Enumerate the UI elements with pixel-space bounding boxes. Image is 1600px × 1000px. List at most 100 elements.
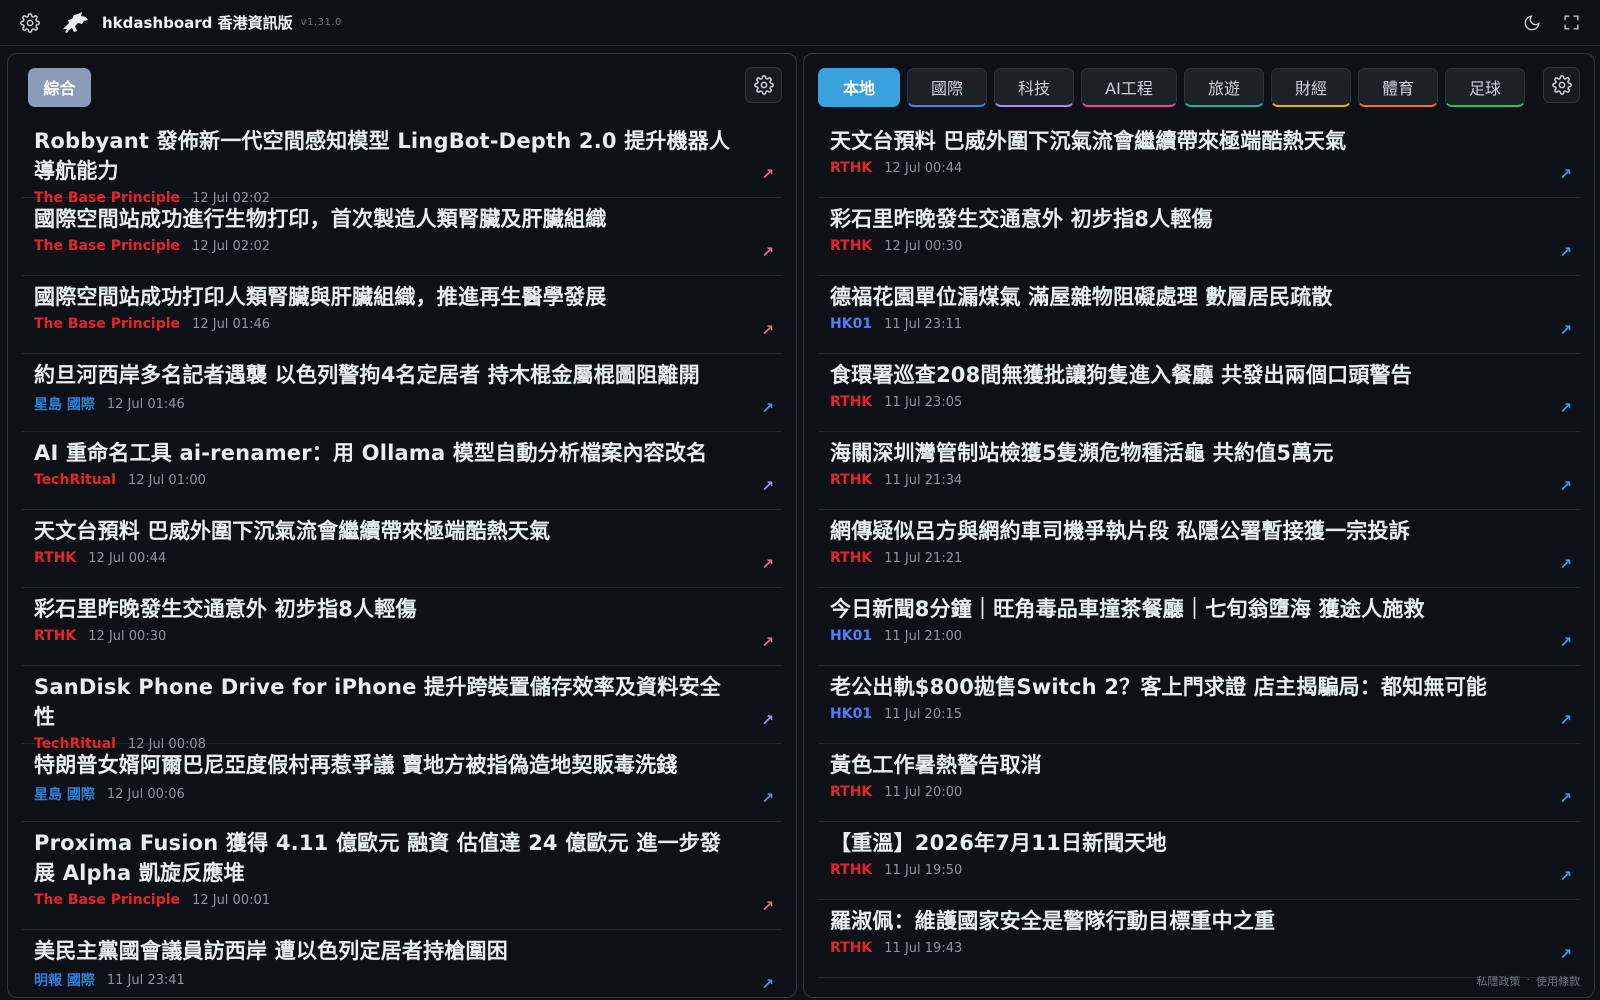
news-title[interactable]: 網傳疑似呂方與網約車司機爭執片段 私隱公署暫接獲一宗投訴 [830,516,1540,546]
news-meta: HK01 11 Jul 21:00 [830,628,1540,644]
news-item[interactable]: 特朗普女婿阿爾巴尼亞度假村再惹爭議 賣地方被指偽造地契販毒洗錢 星島 國際 12 J… [22,744,782,822]
settings-gear-icon[interactable] [20,12,40,33]
news-item[interactable]: SanDisk Phone Drive for iPhone 提升跨裝置儲存效率… [22,666,782,752]
arrow-up-right-icon[interactable]: ↗ [761,399,774,417]
news-title[interactable]: 天文台預料 巴威外圍下沉氣流會繼續帶來極端酷熱天氣 [830,126,1540,156]
arrow-up-right-icon[interactable]: ↗ [761,477,774,495]
news-title[interactable]: Robbyant 發佈新一代空間感知模型 LingBot-Depth 2.0 提… [34,126,742,186]
arrow-up-right-icon[interactable]: ↗ [1559,555,1572,573]
news-item[interactable]: 彩石里昨晚發生交通意外 初步指8人輕傷 RTHK 12 Jul 00:30 ↗ [22,588,782,666]
arrow-up-right-icon[interactable]: ↗ [761,243,774,261]
news-item[interactable]: Proxima Fusion 獲得 4.11 億歐元 融資 估值達 24 億歐元… [22,822,782,930]
news-title[interactable]: 海關深圳灣管制站檢獲5隻瀕危物種活龜 共約值5萬元 [830,438,1540,468]
news-item[interactable]: 羅淑佩：維護國家安全是警隊行動目標重中之重 RTHK 11 Jul 19:43 ↗ [818,900,1580,978]
arrow-up-right-icon[interactable]: ↗ [761,555,774,573]
news-item[interactable]: 天文台預料 巴威外圍下沉氣流會繼續帶來極端酷熱天氣 RTHK 12 Jul 00:4… [22,510,782,588]
arrow-up-right-icon[interactable]: ↗ [1559,165,1572,183]
privacy-link[interactable]: 私隱政策 [1477,973,1521,989]
arrow-up-right-icon[interactable]: ↗ [761,897,774,915]
news-item[interactable]: AI 重命名工具 ai-renamer：用 Ollama 模型自動分析檔案內容改… [22,432,782,510]
left-panel-settings-gear-icon[interactable] [745,67,782,103]
app-version: v1.31.0 [300,17,342,28]
arrow-up-right-icon[interactable]: ↗ [761,789,774,807]
news-title[interactable]: 國際空間站成功打印人類腎臟與肝臟組織，推進再生醫學發展 [34,282,742,312]
news-title[interactable]: 【重溫】2026年7月11日新聞天地 [830,828,1540,858]
arrow-up-right-icon[interactable]: ↗ [1559,633,1572,651]
moon-icon[interactable] [1523,14,1541,32]
news-source: HK01 [830,628,873,644]
arrow-up-right-icon[interactable]: ↗ [1559,945,1572,963]
news-title[interactable]: 黃色工作暑熱警告取消 [830,750,1540,780]
news-time: 12 Jul 00:44 [884,160,963,176]
news-meta: RTHK 12 Jul 00:44 [34,550,742,566]
arrow-up-right-icon[interactable]: ↗ [1559,477,1572,495]
news-meta: 星島 國際 12 Jul 01:46 [34,394,742,414]
news-meta: TechRitual 12 Jul 01:00 [34,472,742,488]
tab-6[interactable]: 體育 [1358,67,1438,107]
news-title[interactable]: 彩石里昨晚發生交通意外 初步指8人輕傷 [830,204,1540,234]
news-title[interactable]: 國際空間站成功進行生物打印，首次製造人類腎臟及肝臟組織 [34,204,742,234]
news-meta: RTHK 11 Jul 19:50 [830,862,1540,878]
tab-3[interactable]: AI工程 [1081,67,1177,107]
terms-link[interactable]: 使用條款 [1536,973,1580,989]
news-meta: RTHK 11 Jul 20:00 [830,784,1540,800]
arrow-up-right-icon[interactable]: ↗ [761,975,774,993]
news-item[interactable]: 天文台預料 巴威外圍下沉氣流會繼續帶來極端酷熱天氣 RTHK 12 Jul 00:4… [818,120,1580,198]
fullscreen-icon[interactable] [1563,14,1580,31]
tab-2[interactable]: 科技 [994,67,1074,107]
arrow-up-right-icon[interactable]: ↗ [1559,321,1572,339]
news-item[interactable]: 網傳疑似呂方與網約車司機爭執片段 私隱公署暫接獲一宗投訴 RTHK 11 Jul 2… [818,510,1580,588]
news-title[interactable]: 老公出軌$800拋售Switch 2？客上門求證 店主揭騙局：都知無可能 [830,672,1540,702]
news-item[interactable]: 海關深圳灣管制站檢獲5隻瀕危物種活龜 共約值5萬元 RTHK 11 Jul 21:3… [818,432,1580,510]
tab-1[interactable]: 國際 [907,67,987,107]
news-item[interactable]: 國際空間站成功打印人類腎臟與肝臟組織，推進再生醫學發展 The Base Prin… [22,276,782,354]
news-source: HK01 [830,706,873,722]
news-title[interactable]: 美民主黨國會議員訪西岸 遭以色列定居者持槍圍困 [34,936,742,966]
news-item[interactable]: 黃色工作暑熱警告取消 RTHK 11 Jul 20:00 ↗ [818,744,1580,822]
arrow-up-right-icon[interactable]: ↗ [761,165,774,183]
news-title[interactable]: 食環署巡查208間無獲批讓狗隻進入餐廳 共發出兩個口頭警告 [830,360,1540,390]
right-panel-settings-gear-icon[interactable] [1543,67,1580,103]
news-title[interactable]: 德福花園單位漏煤氣 滿屋雜物阻礙處理 數層居民疏散 [830,282,1540,312]
top-bar: hkdashboard 香港資訊版 v1.31.0 [0,0,1600,46]
tab-5[interactable]: 財經 [1271,67,1351,107]
arrow-up-right-icon[interactable]: ↗ [761,633,774,651]
news-meta: 明報 國際 11 Jul 23:41 [34,970,742,990]
tab-7[interactable]: 足球 [1445,67,1525,107]
arrow-up-right-icon[interactable]: ↗ [761,711,774,729]
news-time: 12 Jul 00:44 [88,550,167,566]
arrow-up-right-icon[interactable]: ↗ [761,321,774,339]
news-item[interactable]: 彩石里昨晚發生交通意外 初步指8人輕傷 RTHK 12 Jul 00:30 ↗ [818,198,1580,276]
news-title[interactable]: 今日新聞8分鐘｜旺角毒品車撞茶餐廳｜七旬翁墮海 獲途人施救 [830,594,1540,624]
news-item[interactable]: 【重溫】2026年7月11日新聞天地 RTHK 11 Jul 19:50 ↗ [818,822,1580,900]
arrow-up-right-icon[interactable]: ↗ [1559,789,1572,807]
news-item[interactable]: 今日新聞8分鐘｜旺角毒品車撞茶餐廳｜七旬翁墮海 獲途人施救 HK01 11 Jul … [818,588,1580,666]
news-title[interactable]: 羅淑佩：維護國家安全是警隊行動目標重中之重 [830,906,1540,936]
news-title[interactable]: 天文台預料 巴威外圍下沉氣流會繼續帶來極端酷熱天氣 [34,516,742,546]
news-item[interactable]: Robbyant 發佈新一代空間感知模型 LingBot-Depth 2.0 提… [22,120,782,206]
arrow-up-right-icon[interactable]: ↗ [1559,243,1572,261]
news-title[interactable]: Proxima Fusion 獲得 4.11 億歐元 融資 估值達 24 億歐元… [34,828,742,888]
news-title[interactable]: 約旦河西岸多名記者遇襲 以色列警拘4名定居者 持木棍金屬棍圖阻離開 [34,360,742,390]
news-title[interactable]: 彩石里昨晚發生交通意外 初步指8人輕傷 [34,594,742,624]
news-item[interactable]: 德福花園單位漏煤氣 滿屋雜物阻礙處理 數層居民疏散 HK01 11 Jul 23:1… [818,276,1580,354]
right-panel-tabs: 本地 國際 科技 AI工程 旅遊 財經 體育 足球 [804,54,1594,120]
news-time: 11 Jul 21:00 [884,628,963,644]
news-title[interactable]: AI 重命名工具 ai-renamer：用 Ollama 模型自動分析檔案內容改… [34,438,742,468]
arrow-up-right-icon[interactable]: ↗ [1559,711,1572,729]
arrow-up-right-icon[interactable]: ↗ [1559,399,1572,417]
right-news-list: 天文台預料 巴威外圍下沉氣流會繼續帶來極端酷熱天氣 RTHK 12 Jul 00:4… [804,120,1594,978]
news-title[interactable]: 特朗普女婿阿爾巴尼亞度假村再惹爭議 賣地方被指偽造地契販毒洗錢 [34,750,742,780]
news-item[interactable]: 美民主黨國會議員訪西岸 遭以色列定居者持槍圍困明報 國際 11 Jul 23:41… [22,930,782,997]
news-item[interactable]: 老公出軌$800拋售Switch 2？客上門求證 店主揭騙局：都知無可能 HK01… [818,666,1580,744]
arrow-up-right-icon[interactable]: ↗ [1559,867,1572,885]
news-item[interactable]: 國際空間站成功進行生物打印，首次製造人類腎臟及肝臟組織 The Base Prin… [22,198,782,276]
tab-4[interactable]: 旅遊 [1184,67,1264,107]
news-title[interactable]: SanDisk Phone Drive for iPhone 提升跨裝置儲存效率… [34,672,742,732]
tab-0[interactable]: 本地 [818,67,900,107]
horse-logo-icon [60,11,90,35]
news-item[interactable]: 約旦河西岸多名記者遇襲 以色列警拘4名定居者 持木棍金屬棍圖阻離開星島 國際 12… [22,354,782,432]
news-source: RTHK [830,940,873,956]
news-item[interactable]: 食環署巡查208間無獲批讓狗隻進入餐廳 共發出兩個口頭警告 RTHK 11 Jul … [818,354,1580,432]
tab-general[interactable]: 綜合 [28,67,91,107]
